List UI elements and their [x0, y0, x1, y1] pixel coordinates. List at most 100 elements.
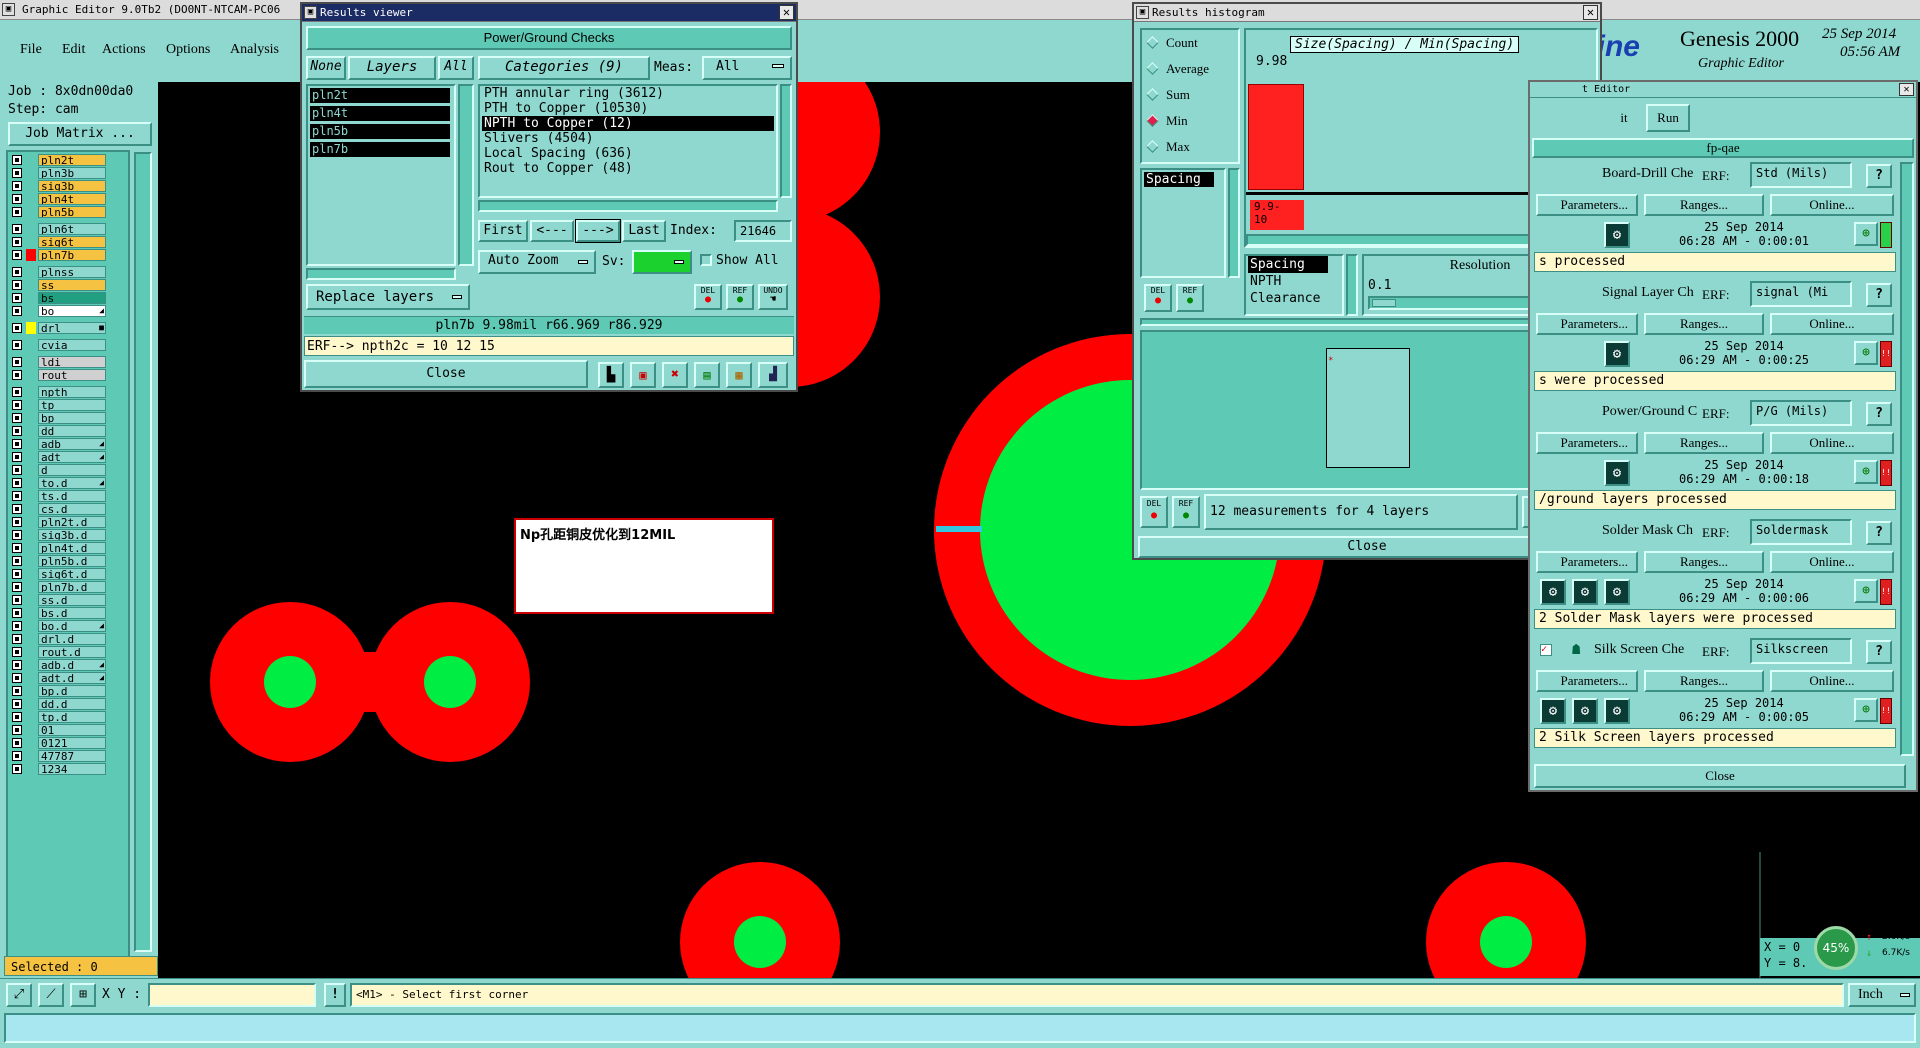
results-viewer-title-bar[interactable]: ▣ Results viewer ✕: [302, 4, 796, 22]
help-button[interactable]: ?: [1866, 521, 1892, 545]
menu-edit[interactable]: Edit: [62, 42, 85, 58]
erf-field[interactable]: P/G (Mils): [1750, 400, 1852, 426]
layer-name[interactable]: adb: [38, 438, 106, 450]
layer-row[interactable]: cs.d: [10, 503, 106, 515]
rv-layer-hscroll[interactable]: [306, 268, 456, 280]
layer-row[interactable]: pln3b: [10, 167, 106, 179]
layer-checkbox[interactable]: [12, 323, 22, 333]
rv-tool-icon-4[interactable]: ▤: [694, 362, 720, 388]
layer-name[interactable]: pln7b: [38, 249, 106, 261]
layer-row[interactable]: bo.d ◢: [10, 620, 106, 632]
layer-name[interactable]: pln6t: [38, 223, 106, 235]
online-button[interactable]: Online...: [1770, 432, 1894, 454]
rv-last-button[interactable]: Last: [622, 220, 666, 242]
hist-list2-item[interactable]: NPTH: [1248, 273, 1340, 290]
layer-name[interactable]: bp.d: [38, 685, 106, 697]
rv-category-item[interactable]: Local Spacing (636): [482, 146, 774, 161]
layer-row[interactable]: rout.d: [10, 646, 106, 658]
layer-name[interactable]: pln2t.d: [38, 516, 106, 528]
run-figure-icon[interactable]: ⚙: [1540, 579, 1566, 605]
erf-field[interactable]: Silkscreen: [1750, 638, 1852, 664]
layer-row[interactable]: sig6t: [10, 236, 106, 248]
layer-row[interactable]: 47787: [10, 750, 106, 762]
check-name[interactable]: Board-Drill Che: [1602, 166, 1698, 182]
rv-show-all-checkbox[interactable]: [700, 254, 712, 266]
layer-checkbox[interactable]: [12, 582, 22, 592]
online-button[interactable]: Online...: [1770, 551, 1894, 573]
layer-checkbox[interactable]: [12, 530, 22, 540]
layer-row[interactable]: 1234: [10, 763, 106, 775]
rv-ref-button[interactable]: REF ●: [726, 284, 754, 310]
layer-name[interactable]: pln4t.d: [38, 542, 106, 554]
layer-name[interactable]: dd.d: [38, 698, 106, 710]
layer-name[interactable]: to.d: [38, 477, 106, 489]
run-figure-icon[interactable]: ⚙: [1604, 222, 1630, 248]
hist-list1[interactable]: Spacing: [1140, 168, 1226, 278]
checklist-title-bar[interactable]: t Editor ✕: [1530, 82, 1916, 98]
run-figure-icon[interactable]: ⚙: [1604, 579, 1630, 605]
close-icon[interactable]: ✕: [779, 5, 794, 20]
layer-row[interactable]: ts.d: [10, 490, 106, 502]
menu-file[interactable]: File: [20, 42, 42, 58]
rv-category-scrollbar[interactable]: [780, 84, 792, 198]
help-button[interactable]: ?: [1866, 164, 1892, 188]
check-name[interactable]: Power/Ground C: [1602, 404, 1698, 420]
layer-name[interactable]: adb.d: [38, 659, 106, 671]
check-name[interactable]: Silk Screen Che: [1594, 642, 1690, 658]
layer-row[interactable]: pln2t.d: [10, 516, 106, 528]
ranges-button[interactable]: Ranges...: [1644, 670, 1764, 692]
layer-checkbox[interactable]: [12, 478, 22, 488]
layer-row[interactable]: sig3b.d: [10, 529, 106, 541]
layer-name[interactable]: ts.d: [38, 490, 106, 502]
window-menu-icon[interactable]: ▣: [1136, 6, 1149, 19]
layer-row[interactable]: drl ■: [10, 322, 106, 334]
online-button[interactable]: Online...: [1770, 313, 1894, 335]
layer-name[interactable]: 1234: [38, 763, 106, 775]
rv-undo-button[interactable]: UNDO ☚: [758, 284, 788, 310]
zoom-in-icon[interactable]: ⊕: [1854, 222, 1878, 246]
layer-row[interactable]: d: [10, 464, 106, 476]
layer-name[interactable]: bp: [38, 412, 106, 424]
layer-checkbox[interactable]: [12, 237, 22, 247]
layer-checkbox[interactable]: [12, 712, 22, 722]
parameters-button[interactable]: Parameters...: [1536, 670, 1638, 692]
hist-list2-scrollbar[interactable]: [1346, 254, 1358, 316]
menu-analysis[interactable]: Analysis: [230, 42, 279, 58]
layer-checkbox[interactable]: [12, 357, 22, 367]
rv-next-button[interactable]: --->: [575, 219, 621, 243]
hist-bar[interactable]: [1248, 84, 1304, 190]
job-matrix-button[interactable]: Job Matrix ...: [8, 122, 152, 146]
rv-categories-button[interactable]: Categories (9): [478, 56, 650, 80]
layer-row[interactable]: pln7b.d: [10, 581, 106, 593]
layer-row[interactable]: drl.d: [10, 633, 106, 645]
layer-row[interactable]: pln4t.d: [10, 542, 106, 554]
layer-row[interactable]: tp: [10, 399, 106, 411]
layer-row[interactable]: adt.d ◢: [10, 672, 106, 684]
layer-name[interactable]: adt: [38, 451, 106, 463]
ranges-button[interactable]: Ranges...: [1644, 432, 1764, 454]
menu-options[interactable]: Options: [166, 42, 210, 58]
layer-row[interactable]: bo ◢: [10, 305, 106, 317]
layer-checkbox[interactable]: [12, 725, 22, 735]
layer-checkbox[interactable]: [12, 647, 22, 657]
layer-name[interactable]: adt.d: [38, 672, 106, 684]
layer-checkbox[interactable]: [12, 738, 22, 748]
layer-row[interactable]: npth: [10, 386, 106, 398]
stat-option[interactable]: Average: [1142, 56, 1238, 82]
layer-name[interactable]: cs.d: [38, 503, 106, 515]
command-line[interactable]: [4, 1013, 1916, 1043]
zoom-in-icon[interactable]: ⊕: [1854, 698, 1878, 722]
layer-row[interactable]: to.d ◢: [10, 477, 106, 489]
layer-row[interactable]: bs.d: [10, 607, 106, 619]
layer-checkbox[interactable]: [12, 181, 22, 191]
layer-checkbox[interactable]: [12, 250, 22, 260]
layer-checkbox[interactable]: [12, 426, 22, 436]
layer-checkbox[interactable]: [12, 194, 22, 204]
layer-row[interactable]: bp.d: [10, 685, 106, 697]
rv-layer-item[interactable]: pln5b: [310, 124, 450, 139]
layer-row[interactable]: pln2t: [10, 154, 106, 166]
measure-icon[interactable]: ⟋: [38, 983, 64, 1007]
layer-name[interactable]: pln7b.d: [38, 581, 106, 593]
stat-option[interactable]: Sum: [1142, 82, 1238, 108]
rv-category-item[interactable]: NPTH to Copper (12): [482, 116, 774, 131]
